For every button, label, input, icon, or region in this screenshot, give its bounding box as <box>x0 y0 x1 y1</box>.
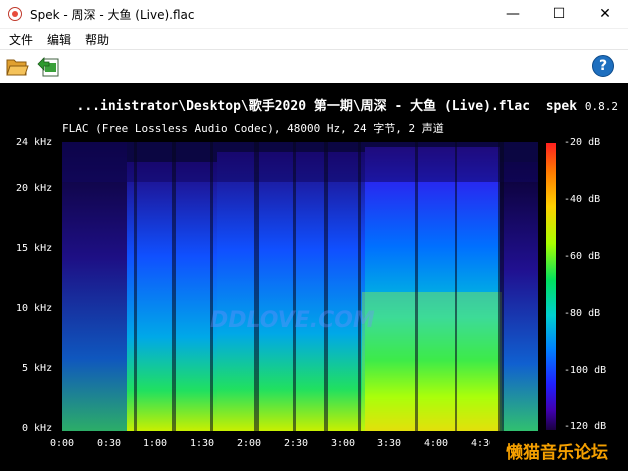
db-label: -120 dB <box>564 421 607 432</box>
help-button[interactable]: ? <box>592 55 614 77</box>
title-bar: Spek - 周深 - 大鱼 (Live).flac — ☐ ✕ <box>0 0 628 29</box>
freq-label: 10 kHz <box>16 303 53 314</box>
menu-bar: 文件 编辑 帮助 <box>0 29 628 49</box>
freq-label: 20 kHz <box>16 183 53 194</box>
forum-watermark: 懒猫音乐论坛 <box>490 438 624 468</box>
spectrogram-canvas: ...inistrator\Desktop\歌手2020 第一期\周深 - 大鱼… <box>0 83 628 471</box>
menu-file[interactable]: 文件 <box>9 31 33 48</box>
app-version: 0.8.2 <box>584 100 618 113</box>
time-label: 2:00 <box>237 438 262 449</box>
freq-label: 0 kHz <box>22 423 53 434</box>
audio-info: FLAC (Free Lossless Audio Codec), 48000 … <box>62 122 444 135</box>
time-label: 1:00 <box>143 438 168 449</box>
close-button[interactable]: ✕ <box>582 0 628 28</box>
folder-open-icon[interactable] <box>5 54 29 78</box>
time-label: 4:00 <box>424 438 449 449</box>
freq-label: 24 kHz <box>16 137 53 148</box>
spectrogram <box>62 142 538 431</box>
save-image-icon[interactable] <box>36 54 60 78</box>
time-label: 1:30 <box>190 438 215 449</box>
menu-edit[interactable]: 编辑 <box>47 31 71 48</box>
window-title: Spek - 周深 - 大鱼 (Live).flac <box>30 8 195 22</box>
file-path: ...inistrator\Desktop\歌手2020 第一期\周深 - 大鱼… <box>76 99 531 114</box>
time-label: 2:30 <box>284 438 309 449</box>
time-label: 0:30 <box>97 438 122 449</box>
db-label: -80 dB <box>564 308 601 319</box>
watermark-text: DDLOVE.COM <box>210 308 375 333</box>
freq-label: 5 kHz <box>22 363 53 374</box>
spectrogram-image <box>62 142 538 431</box>
minimize-button[interactable]: — <box>490 0 536 28</box>
spek-app-icon <box>8 7 22 21</box>
db-label: -40 dB <box>564 194 601 205</box>
maximize-button[interactable]: ☐ <box>536 0 582 28</box>
time-label: 3:30 <box>377 438 402 449</box>
db-color-scale <box>546 143 556 430</box>
time-label: 0:00 <box>50 438 75 449</box>
time-label: 3:00 <box>331 438 356 449</box>
toolbar: ? <box>0 49 628 84</box>
file-header: ...inistrator\Desktop\歌手2020 第一期\周深 - 大鱼… <box>0 95 618 114</box>
db-label: -60 dB <box>564 251 601 262</box>
menu-help[interactable]: 帮助 <box>85 31 109 48</box>
freq-label: 15 kHz <box>16 243 53 254</box>
app-name: spek <box>545 99 578 114</box>
db-label: -20 dB <box>564 137 601 148</box>
db-label: -100 dB <box>564 365 607 376</box>
